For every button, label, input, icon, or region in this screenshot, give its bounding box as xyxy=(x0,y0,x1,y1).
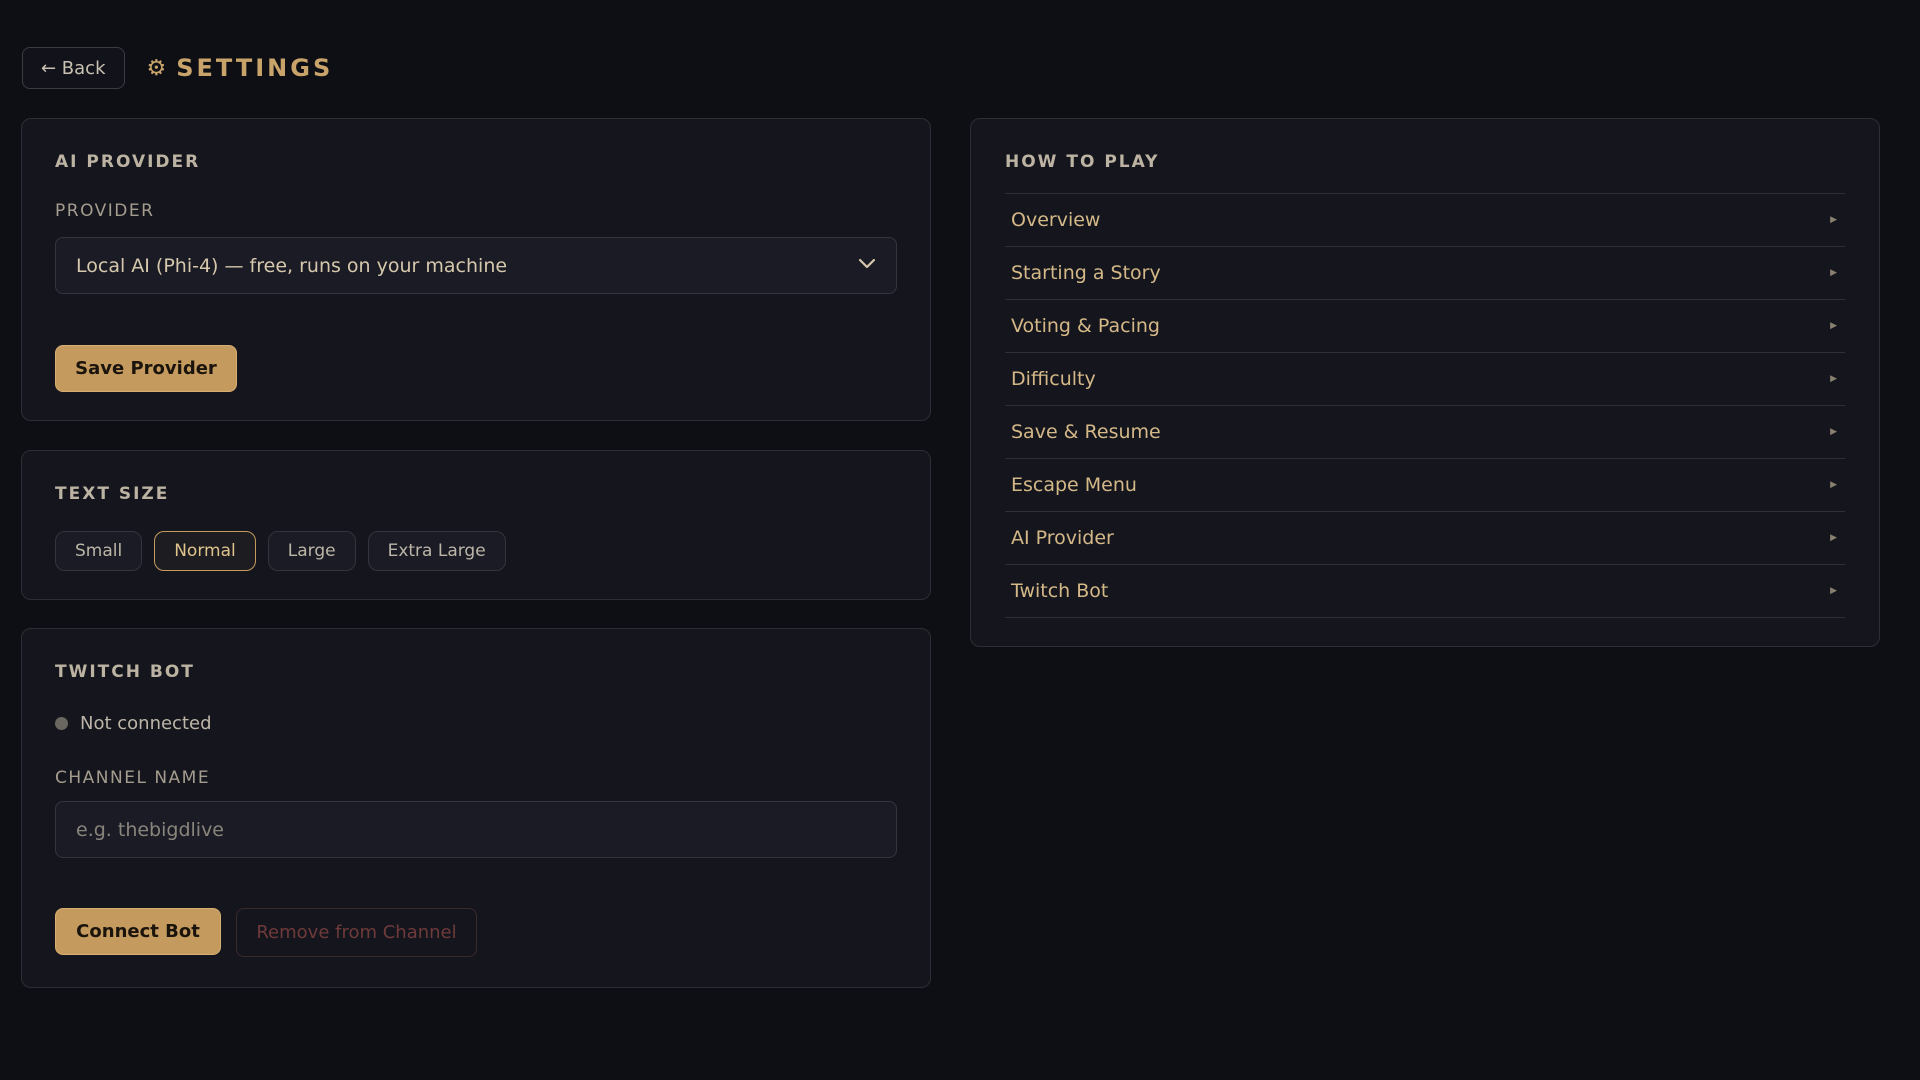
how-to-play-card: HOW TO PLAY Overview ▶ Starting a Story … xyxy=(970,118,1880,647)
howto-item-label: Escape Menu xyxy=(1011,474,1137,496)
channel-name-label: CHANNEL NAME xyxy=(55,768,211,788)
howto-item-ai-provider[interactable]: AI Provider ▶ xyxy=(1005,512,1845,565)
triangle-right-icon: ▶ xyxy=(1830,427,1837,437)
triangle-right-icon: ▶ xyxy=(1830,321,1837,331)
how-to-play-list: Overview ▶ Starting a Story ▶ Voting & P… xyxy=(1005,193,1845,618)
text-size-extra-large[interactable]: Extra Large xyxy=(367,531,506,571)
how-to-play-heading: HOW TO PLAY xyxy=(1005,152,1160,172)
text-size-normal[interactable]: Normal xyxy=(154,531,256,571)
triangle-right-icon: ▶ xyxy=(1830,480,1837,490)
howto-item-label: Starting a Story xyxy=(1011,262,1161,284)
status-text: Not connected xyxy=(80,713,212,734)
ai-provider-card: AI PROVIDER PROVIDER Local AI (Phi-4) — … xyxy=(21,118,931,421)
remove-from-channel-button[interactable]: Remove from Channel xyxy=(236,908,477,957)
howto-item-save-resume[interactable]: Save & Resume ▶ xyxy=(1005,406,1845,459)
back-button[interactable]: ← Back xyxy=(22,47,125,89)
connection-status: Not connected xyxy=(55,713,212,734)
howto-item-escape-menu[interactable]: Escape Menu ▶ xyxy=(1005,459,1845,512)
howto-item-label: Twitch Bot xyxy=(1011,580,1109,602)
page-title-text: SETTINGS xyxy=(176,54,334,82)
top-bar: ← Back ⚙ SETTINGS xyxy=(22,47,333,89)
howto-item-voting-pacing[interactable]: Voting & Pacing ▶ xyxy=(1005,300,1845,353)
provider-label: PROVIDER xyxy=(55,201,155,221)
channel-name-input[interactable] xyxy=(55,801,897,858)
howto-item-label: Save & Resume xyxy=(1011,421,1161,443)
text-size-small[interactable]: Small xyxy=(55,531,143,571)
twitch-bot-card: TWITCH BOT Not connected CHANNEL NAME Co… xyxy=(21,628,931,988)
page-title: ⚙ SETTINGS xyxy=(147,54,334,82)
howto-item-starting-a-story[interactable]: Starting a Story ▶ xyxy=(1005,247,1845,300)
gear-icon: ⚙ xyxy=(146,55,167,81)
provider-select-value: Local AI (Phi-4) — free, runs on your ma… xyxy=(76,254,508,277)
triangle-right-icon: ▶ xyxy=(1830,215,1837,225)
ai-provider-heading: AI PROVIDER xyxy=(55,152,201,172)
save-provider-button[interactable]: Save Provider xyxy=(55,345,237,392)
howto-item-difficulty[interactable]: Difficulty ▶ xyxy=(1005,353,1845,406)
howto-item-label: Voting & Pacing xyxy=(1011,315,1160,337)
provider-select[interactable]: Local AI (Phi-4) — free, runs on your ma… xyxy=(55,237,897,294)
triangle-right-icon: ▶ xyxy=(1830,533,1837,543)
text-size-card: TEXT SIZE Small Normal Large Extra Large xyxy=(21,450,931,600)
howto-item-label: AI Provider xyxy=(1011,527,1114,549)
triangle-right-icon: ▶ xyxy=(1830,374,1837,384)
howto-item-label: Difficulty xyxy=(1011,368,1096,390)
twitch-bot-heading: TWITCH BOT xyxy=(55,662,195,682)
status-dot xyxy=(55,717,68,730)
howto-item-twitch-bot[interactable]: Twitch Bot ▶ xyxy=(1005,565,1845,618)
howto-item-overview[interactable]: Overview ▶ xyxy=(1005,194,1845,247)
chevron-down-icon xyxy=(858,258,876,269)
connect-bot-button[interactable]: Connect Bot xyxy=(55,908,221,955)
text-size-large[interactable]: Large xyxy=(267,531,356,571)
triangle-right-icon: ▶ xyxy=(1830,268,1837,278)
text-size-options: Small Normal Large Extra Large xyxy=(55,531,518,571)
triangle-right-icon: ▶ xyxy=(1830,586,1837,596)
text-size-heading: TEXT SIZE xyxy=(55,484,170,504)
howto-item-label: Overview xyxy=(1011,209,1101,231)
